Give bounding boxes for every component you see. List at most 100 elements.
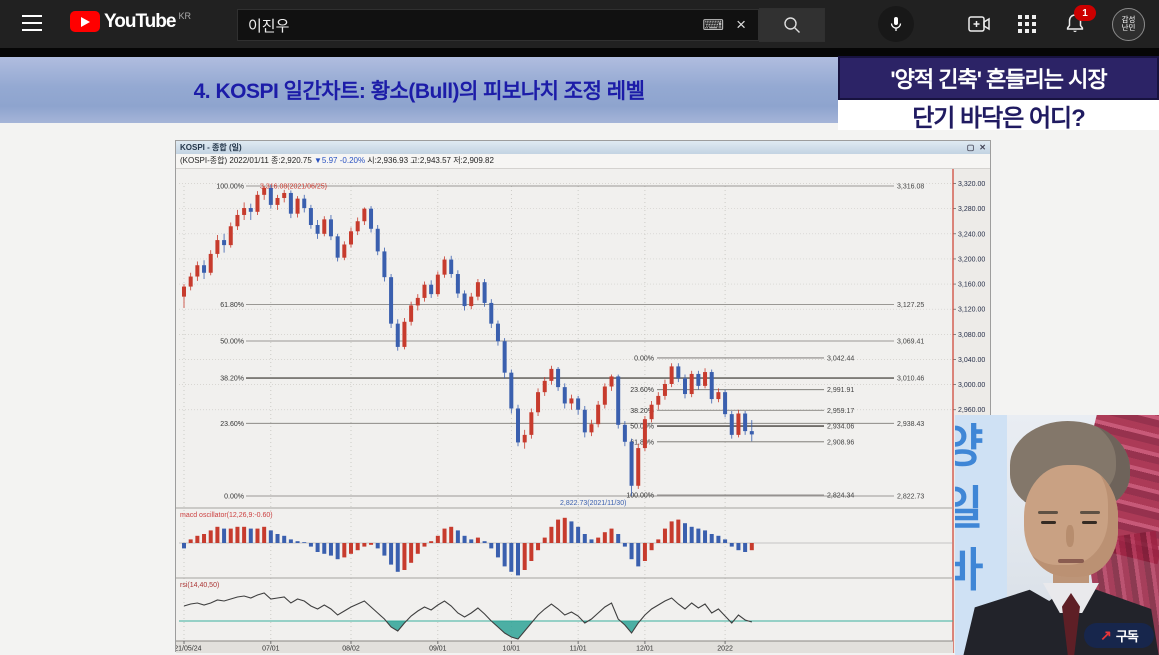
candle [188, 276, 193, 287]
macd-bar [255, 528, 260, 543]
macd-bar [288, 539, 293, 543]
kospi-candlestick-chart: 3,320.00 3,280.00 3,240.00 3,200.00 3,160.00… [166, 169, 992, 653]
macd-bar [382, 543, 387, 556]
voice-search-button[interactable] [878, 6, 914, 42]
macd-bar [495, 543, 500, 558]
youtube-logo[interactable]: YouTube KR [70, 11, 191, 32]
macd-bar [222, 528, 227, 543]
news-topic-banner: '양적 긴축' 흔들리는 시장 단기 바닥은 어디? [838, 56, 1159, 132]
menu-icon[interactable] [22, 15, 42, 31]
candle [355, 221, 360, 232]
chart-window-title: KOSPI - 종합 (일) [180, 143, 242, 152]
candle [542, 380, 547, 393]
macd-bar [422, 543, 427, 547]
candle [656, 395, 661, 405]
fib-low-annotation: 2,822.73(2021/11/30) [560, 500, 626, 507]
x-axis-label: 2021/05/24 [176, 646, 202, 653]
x-axis-label: 07/01 [262, 646, 280, 653]
macd-bar [516, 543, 520, 576]
slide-title: 4. KOSPI 일간차트: 황소(Bull)의 피보나치 조정 레벨 [193, 80, 645, 103]
presenter-nose [1066, 525, 1074, 547]
y-axis-label: 2,960.00 [958, 407, 985, 414]
banner-letter: 일 [955, 482, 984, 534]
apps-button[interactable] [1016, 13, 1038, 35]
candle [208, 253, 213, 273]
presenter-eyebrow [1080, 511, 1100, 514]
create-button[interactable] [967, 12, 991, 36]
video-player-surface[interactable]: 4. KOSPI 일간차트: 황소(Bull)의 피보나치 조정 레벨 '양적 … [0, 48, 1159, 655]
candle [415, 297, 420, 306]
fib-value-label: 2,959.17 [827, 408, 854, 415]
macd-bar [723, 539, 728, 543]
macd-bar [322, 543, 327, 554]
candle [609, 376, 614, 387]
macd-bar [442, 528, 447, 543]
macd-bar [629, 543, 634, 560]
avatar[interactable]: 감성 난민 [1112, 7, 1145, 41]
candle [475, 282, 480, 297]
candle [509, 372, 514, 409]
youtube-play-icon [70, 11, 100, 32]
candle [495, 323, 500, 342]
candle [362, 208, 367, 222]
macd-bar [208, 530, 213, 543]
avatar-text-line2: 난민 [1121, 23, 1136, 32]
macd-bar [235, 526, 240, 543]
candle [589, 424, 594, 433]
search-area: ⌨ × [237, 8, 825, 42]
candle [255, 194, 260, 212]
create-video-icon [968, 16, 990, 32]
candle [328, 219, 333, 237]
macd-bar [262, 526, 267, 543]
fib-pct-label: 61.80% [220, 302, 244, 309]
macd-bar [449, 526, 454, 543]
keyboard-icon[interactable]: ⌨ [702, 16, 724, 34]
candle [562, 387, 567, 404]
candle [442, 259, 447, 275]
macd-bar [275, 534, 280, 543]
macd-bar [349, 543, 353, 554]
macd-bar [582, 534, 587, 543]
macd-bar [328, 543, 333, 556]
candle [262, 187, 267, 195]
candle [629, 441, 634, 486]
youtube-header: YouTube KR ⌨ × [0, 0, 1159, 48]
chart-window-titlebar: KOSPI - 종합 (일) ▢ ✕ [176, 141, 990, 154]
fib-pct-label: 100.00% [626, 492, 654, 499]
candle [275, 197, 280, 205]
candle [529, 412, 534, 435]
search-input[interactable] [238, 16, 695, 34]
presenter-eyebrow [1038, 511, 1058, 514]
macd-bar [602, 532, 607, 543]
banner-letter: 바 [955, 544, 984, 596]
candle [349, 231, 353, 245]
quote-change: ▼5.97 -0.20% [314, 156, 366, 165]
candle [242, 208, 247, 215]
macd-bar [268, 530, 273, 543]
macd-bar [469, 539, 474, 543]
fib-pct-label: 23.60% [630, 387, 654, 394]
clear-search-icon[interactable]: × [736, 15, 746, 35]
subscribe-badge[interactable]: ↗ 구독 [1084, 623, 1154, 648]
candle [435, 274, 440, 295]
search-button[interactable] [759, 8, 825, 42]
presenter-face [1024, 465, 1118, 577]
notifications-button[interactable]: 1 [1063, 5, 1096, 36]
macd-bar [389, 543, 394, 565]
rsi-label: rsi(14,40,50) [180, 582, 219, 589]
quote-prefix: (KOSPI-종합) 2022/01/11 종:2,920.75 [180, 156, 315, 165]
candle [449, 259, 454, 275]
fib-value-label: 2,938.43 [897, 421, 924, 428]
candle [422, 284, 427, 298]
fib-pct-label: 0.00% [224, 494, 244, 501]
slide-title-banner: 4. KOSPI 일간차트: 황소(Bull)의 피보나치 조정 레벨 [0, 57, 838, 123]
y-axis-label: 3,040.00 [958, 357, 985, 364]
candle [389, 277, 394, 324]
candle [502, 341, 507, 373]
candle [382, 251, 387, 278]
macd-bar [696, 528, 701, 543]
macd-bar [676, 519, 681, 543]
fib-value-label: 2,991.91 [827, 387, 854, 394]
y-axis-label: 3,320.00 [958, 181, 985, 188]
candle [596, 404, 601, 425]
